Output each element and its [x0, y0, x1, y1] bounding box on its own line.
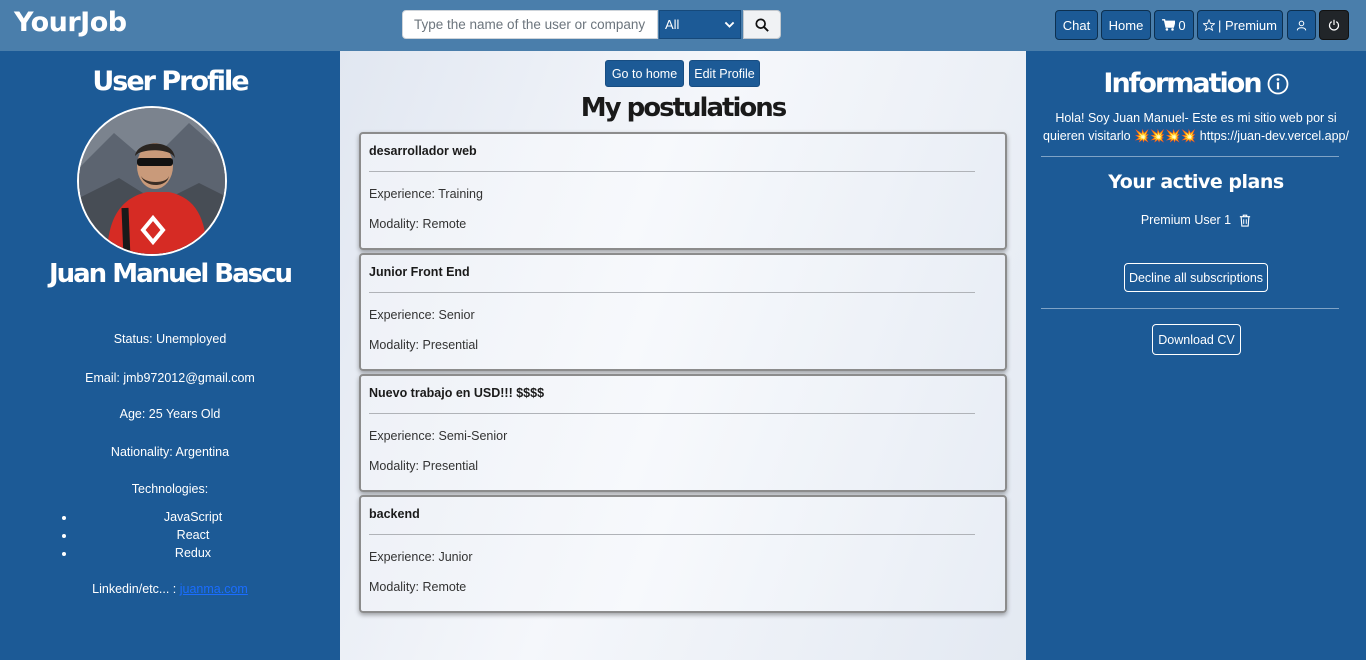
- search-filter-select[interactable]: All: [659, 10, 741, 39]
- postulation-modality: Modality: Presential: [369, 459, 479, 473]
- star-icon: [1203, 19, 1215, 31]
- postulation-experience: Experience: Junior: [369, 550, 473, 564]
- search-button[interactable]: [743, 10, 781, 39]
- divider: [369, 413, 975, 414]
- profile-title: User Profile: [92, 66, 249, 97]
- cart-icon: [1162, 19, 1176, 31]
- edit-profile-button[interactable]: Edit Profile: [689, 60, 760, 87]
- cart-button[interactable]: 0: [1154, 10, 1194, 40]
- page-title: My postulations: [580, 93, 787, 123]
- postulation-card[interactable]: Nuevo trabajo en USD!!! $$$$ Experience:…: [359, 374, 1007, 492]
- technologies-label: Technologies:: [131, 482, 209, 496]
- trash-icon[interactable]: [1239, 214, 1251, 227]
- information-description: Hola! Soy Juan Manuel- Este es mi sitio …: [1043, 111, 1349, 143]
- chevron-down-icon: [724, 21, 735, 28]
- linkedin-link[interactable]: juanma.com: [180, 582, 248, 596]
- postulation-modality: Modality: Remote: [369, 217, 467, 231]
- avatar: [77, 106, 227, 256]
- postulation-modality: Modality: Presential: [369, 338, 479, 352]
- chat-button[interactable]: Chat: [1055, 10, 1098, 40]
- divider: [369, 292, 975, 293]
- search-filter-value: All: [665, 17, 680, 32]
- information-panel: Information Hola! Soy Juan Manuel- Este …: [1026, 51, 1366, 660]
- profile-button[interactable]: [1287, 10, 1316, 40]
- information-title: Information: [1103, 68, 1262, 99]
- divider: [1041, 156, 1339, 157]
- technology-item: Redux: [76, 544, 310, 562]
- go-home-button[interactable]: Go to home: [605, 60, 684, 87]
- home-button-label: Home: [1108, 17, 1144, 33]
- user-name: Juan Manuel Bascu: [48, 259, 293, 289]
- linkedin-row: Linkedin/etc... : juanma.com: [0, 582, 340, 596]
- search-icon: [755, 17, 769, 32]
- search-input[interactable]: [402, 10, 658, 39]
- navbar: YourJob All Chat Home 0 | Premium: [0, 0, 1366, 51]
- postulation-title: Junior Front End: [369, 265, 470, 279]
- logout-button[interactable]: [1319, 10, 1349, 40]
- postulation-title: backend: [369, 507, 420, 521]
- technology-item: JavaScript: [76, 508, 310, 526]
- divider: [369, 534, 975, 535]
- postulation-card[interactable]: desarrollador web Experience: Training M…: [359, 132, 1007, 250]
- email-text: Email: jmb972012@gmail.com: [85, 371, 255, 385]
- decline-subscriptions-button[interactable]: Decline all subscriptions: [1124, 263, 1268, 292]
- postulation-card[interactable]: backend Experience: Junior Modality: Rem…: [359, 495, 1007, 613]
- power-icon: [1328, 19, 1340, 31]
- active-plans-title: Your active plans: [1108, 171, 1284, 193]
- premium-button-label: | Premium: [1218, 17, 1277, 33]
- postulations-section: Go to home Edit Profile My postulations …: [340, 51, 1026, 660]
- postulation-experience: Experience: Training: [369, 187, 483, 201]
- technology-item: React: [76, 526, 310, 544]
- download-cv-button[interactable]: Download CV: [1152, 324, 1241, 355]
- plan-name: Premium User 1: [1140, 213, 1232, 227]
- technologies-list: JavaScript React Redux: [60, 508, 310, 562]
- divider: [1041, 308, 1339, 309]
- nationality-text: Nationality: Argentina: [110, 445, 230, 459]
- premium-button[interactable]: | Premium: [1197, 10, 1283, 40]
- status-text: Status: Unemployed: [113, 332, 227, 346]
- information-header: Information: [1026, 68, 1366, 99]
- postulation-experience: Experience: Senior: [369, 308, 475, 322]
- postulation-title: desarrollador web: [369, 144, 477, 158]
- user-icon: [1296, 20, 1307, 30]
- postulation-experience: Experience: Semi-Senior: [369, 429, 508, 443]
- profile-panel: User Profile Juan Manuel Bascu Status: U…: [0, 51, 340, 660]
- postulation-modality: Modality: Remote: [369, 580, 467, 594]
- chat-button-label: Chat: [1062, 17, 1091, 33]
- age-text: Age: 25 Years Old: [119, 407, 221, 421]
- info-circle-icon: [1267, 73, 1288, 94]
- postulation-title: Nuevo trabajo en USD!!! $$$$: [369, 386, 545, 400]
- cart-count: 0: [1178, 17, 1186, 33]
- linkedin-label: Linkedin/etc... :: [92, 582, 177, 596]
- brand-logo[interactable]: YourJob: [14, 7, 127, 38]
- plan-item: Premium User 1: [1026, 213, 1366, 227]
- postulation-card[interactable]: Junior Front End Experience: Senior Moda…: [359, 253, 1007, 371]
- home-button[interactable]: Home: [1101, 10, 1151, 40]
- divider: [369, 171, 975, 172]
